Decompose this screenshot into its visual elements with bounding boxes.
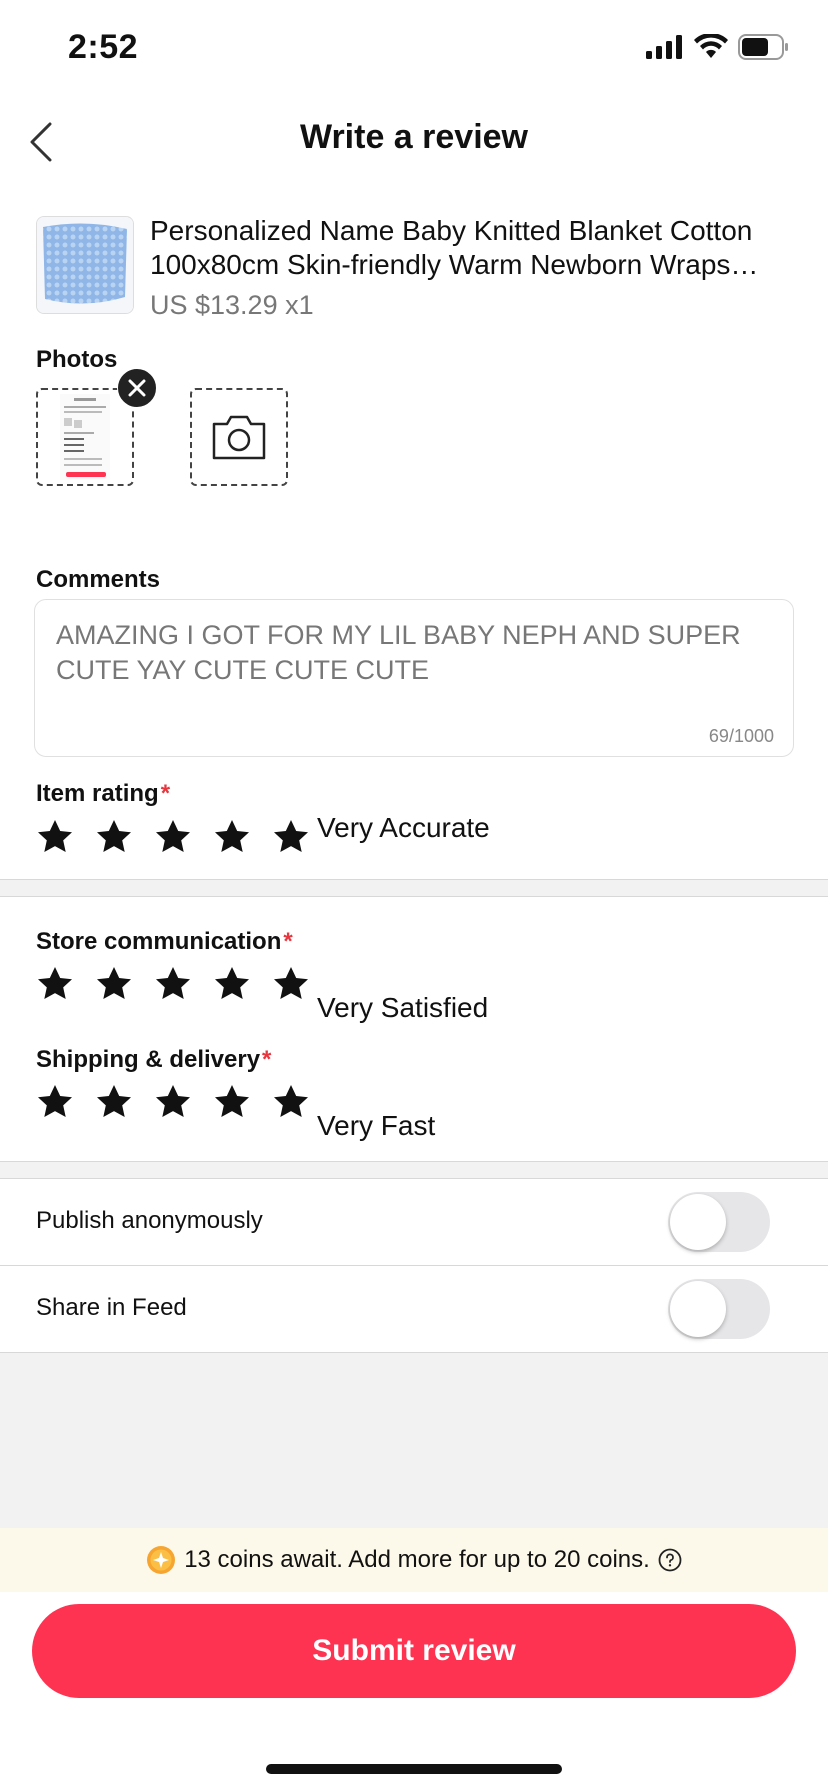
shipping-delivery-stars[interactable] [36, 1083, 310, 1119]
submit-review-button[interactable]: Submit review [32, 1604, 796, 1698]
star-icon[interactable] [95, 965, 133, 1001]
star-icon[interactable] [272, 1083, 310, 1119]
wifi-icon [694, 34, 728, 58]
coin-icon [147, 1546, 176, 1574]
remove-photo-button[interactable] [117, 368, 157, 408]
coin-banner: 13 coins await. Add more for up to 20 co… [0, 1528, 828, 1592]
close-icon [128, 379, 146, 397]
star-icon[interactable] [95, 1083, 133, 1119]
share-in-feed-toggle[interactable] [668, 1279, 770, 1339]
shipping-delivery-label: Shipping & delivery* [36, 1046, 272, 1073]
battery-icon [738, 34, 788, 60]
shipping-delivery-text: Very Fast [317, 1110, 436, 1141]
star-icon[interactable] [154, 965, 192, 1001]
product-thumbnail [36, 216, 134, 314]
star-icon[interactable] [213, 1083, 251, 1119]
required-mark: * [283, 928, 293, 955]
status-icons [646, 34, 790, 60]
empty-area [0, 1353, 828, 1528]
publish-anonymously-toggle[interactable] [668, 1192, 770, 1252]
comment-text[interactable]: AMAZING I GOT FOR MY LIL BABY NEPH AND S… [56, 618, 772, 688]
home-indicator [266, 1764, 562, 1774]
store-communication-label: Store communication* [36, 928, 293, 955]
status-time: 2:52 [68, 28, 139, 66]
star-icon[interactable] [36, 818, 74, 854]
product-price: US $13.29 x1 [150, 290, 314, 320]
page-title: Write a review [299, 118, 529, 156]
share-in-feed-label: Share in Feed [36, 1294, 187, 1321]
star-icon[interactable] [272, 818, 310, 854]
section-divider [0, 1161, 828, 1179]
store-communication-stars[interactable] [36, 965, 310, 1001]
star-icon[interactable] [36, 965, 74, 1001]
coin-banner-text: 13 coins await. Add more for up to 20 co… [184, 1546, 650, 1573]
cellular-signal-icon [646, 35, 682, 59]
required-mark: * [160, 780, 171, 807]
help-icon[interactable] [658, 1548, 682, 1572]
camera-icon [212, 415, 266, 460]
comment-counter: 69/1000 [708, 726, 774, 746]
item-rating-label: Item rating* [36, 780, 171, 807]
photos-label: Photos [36, 346, 118, 373]
star-icon[interactable] [154, 818, 192, 854]
section-divider [0, 879, 828, 897]
star-icon[interactable] [154, 1083, 192, 1119]
required-mark: * [262, 1046, 272, 1073]
star-icon[interactable] [272, 965, 310, 1001]
publish-anonymously-label: Publish anonymously [36, 1207, 263, 1234]
star-icon[interactable] [213, 818, 251, 854]
item-rating-text: Very Accurate [317, 812, 490, 843]
item-rating-stars[interactable] [36, 818, 310, 854]
star-icon[interactable] [95, 818, 133, 854]
add-photo-button[interactable] [190, 388, 288, 486]
share-in-feed-row: Share in Feed [0, 1266, 828, 1353]
publish-anonymously-row: Publish anonymously [0, 1179, 828, 1266]
product-title[interactable]: Personalized Name Baby Knitted Blanket C… [150, 214, 790, 282]
star-icon[interactable] [36, 1083, 74, 1119]
star-icon[interactable] [213, 965, 251, 1001]
comments-label: Comments [36, 566, 161, 593]
store-communication-text: Very Satisfied [317, 992, 489, 1023]
